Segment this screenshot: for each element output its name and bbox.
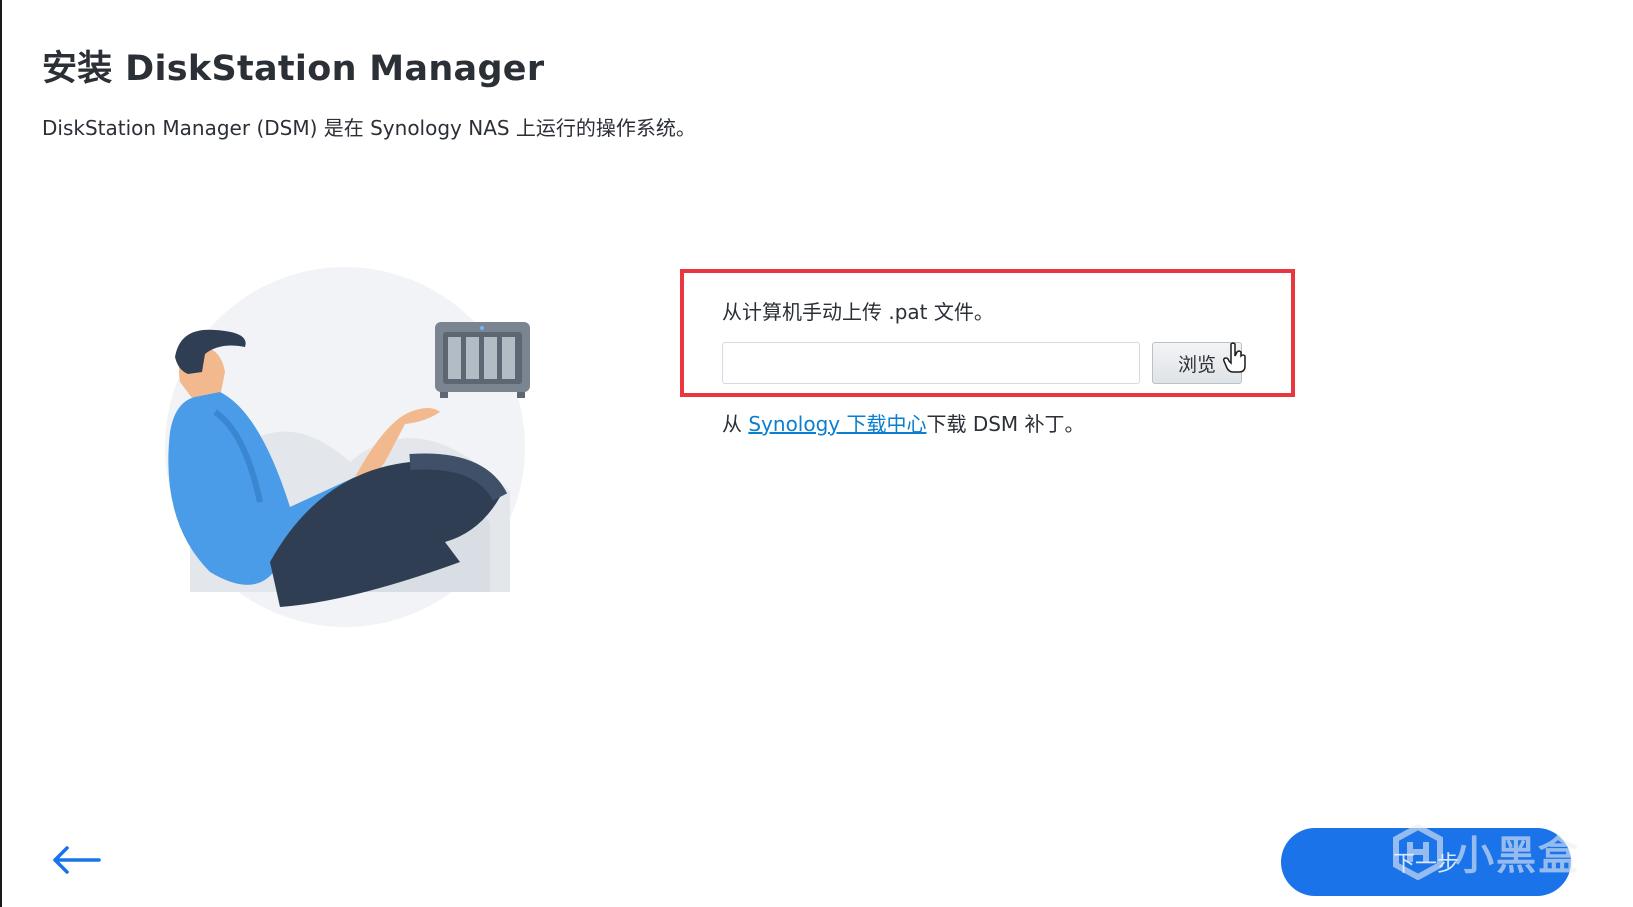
window-left-edge [0,0,2,907]
next-button[interactable]: 下一步 [1281,828,1571,896]
download-suffix: 下载 DSM 补丁。 [926,412,1085,436]
page-description: DiskStation Manager (DSM) 是在 Synology NA… [42,116,696,140]
download-instruction: 从 Synology 下载中心下载 DSM 补丁。 [722,408,1085,437]
person-with-nas-illustration [165,267,530,627]
pat-file-path-input[interactable] [722,342,1140,384]
download-prefix: 从 [722,412,749,436]
browse-button[interactable]: 浏览 [1152,342,1242,384]
page-title: 安装 DiskStation Manager [42,49,545,89]
upload-instruction: 从计算机手动上传 .pat 文件。 [722,300,994,324]
back-button[interactable] [46,842,106,878]
arrow-left-icon [53,846,101,874]
nas-device-icon [435,322,530,398]
synology-download-center-link[interactable]: Synology 下载中心 [748,412,926,436]
